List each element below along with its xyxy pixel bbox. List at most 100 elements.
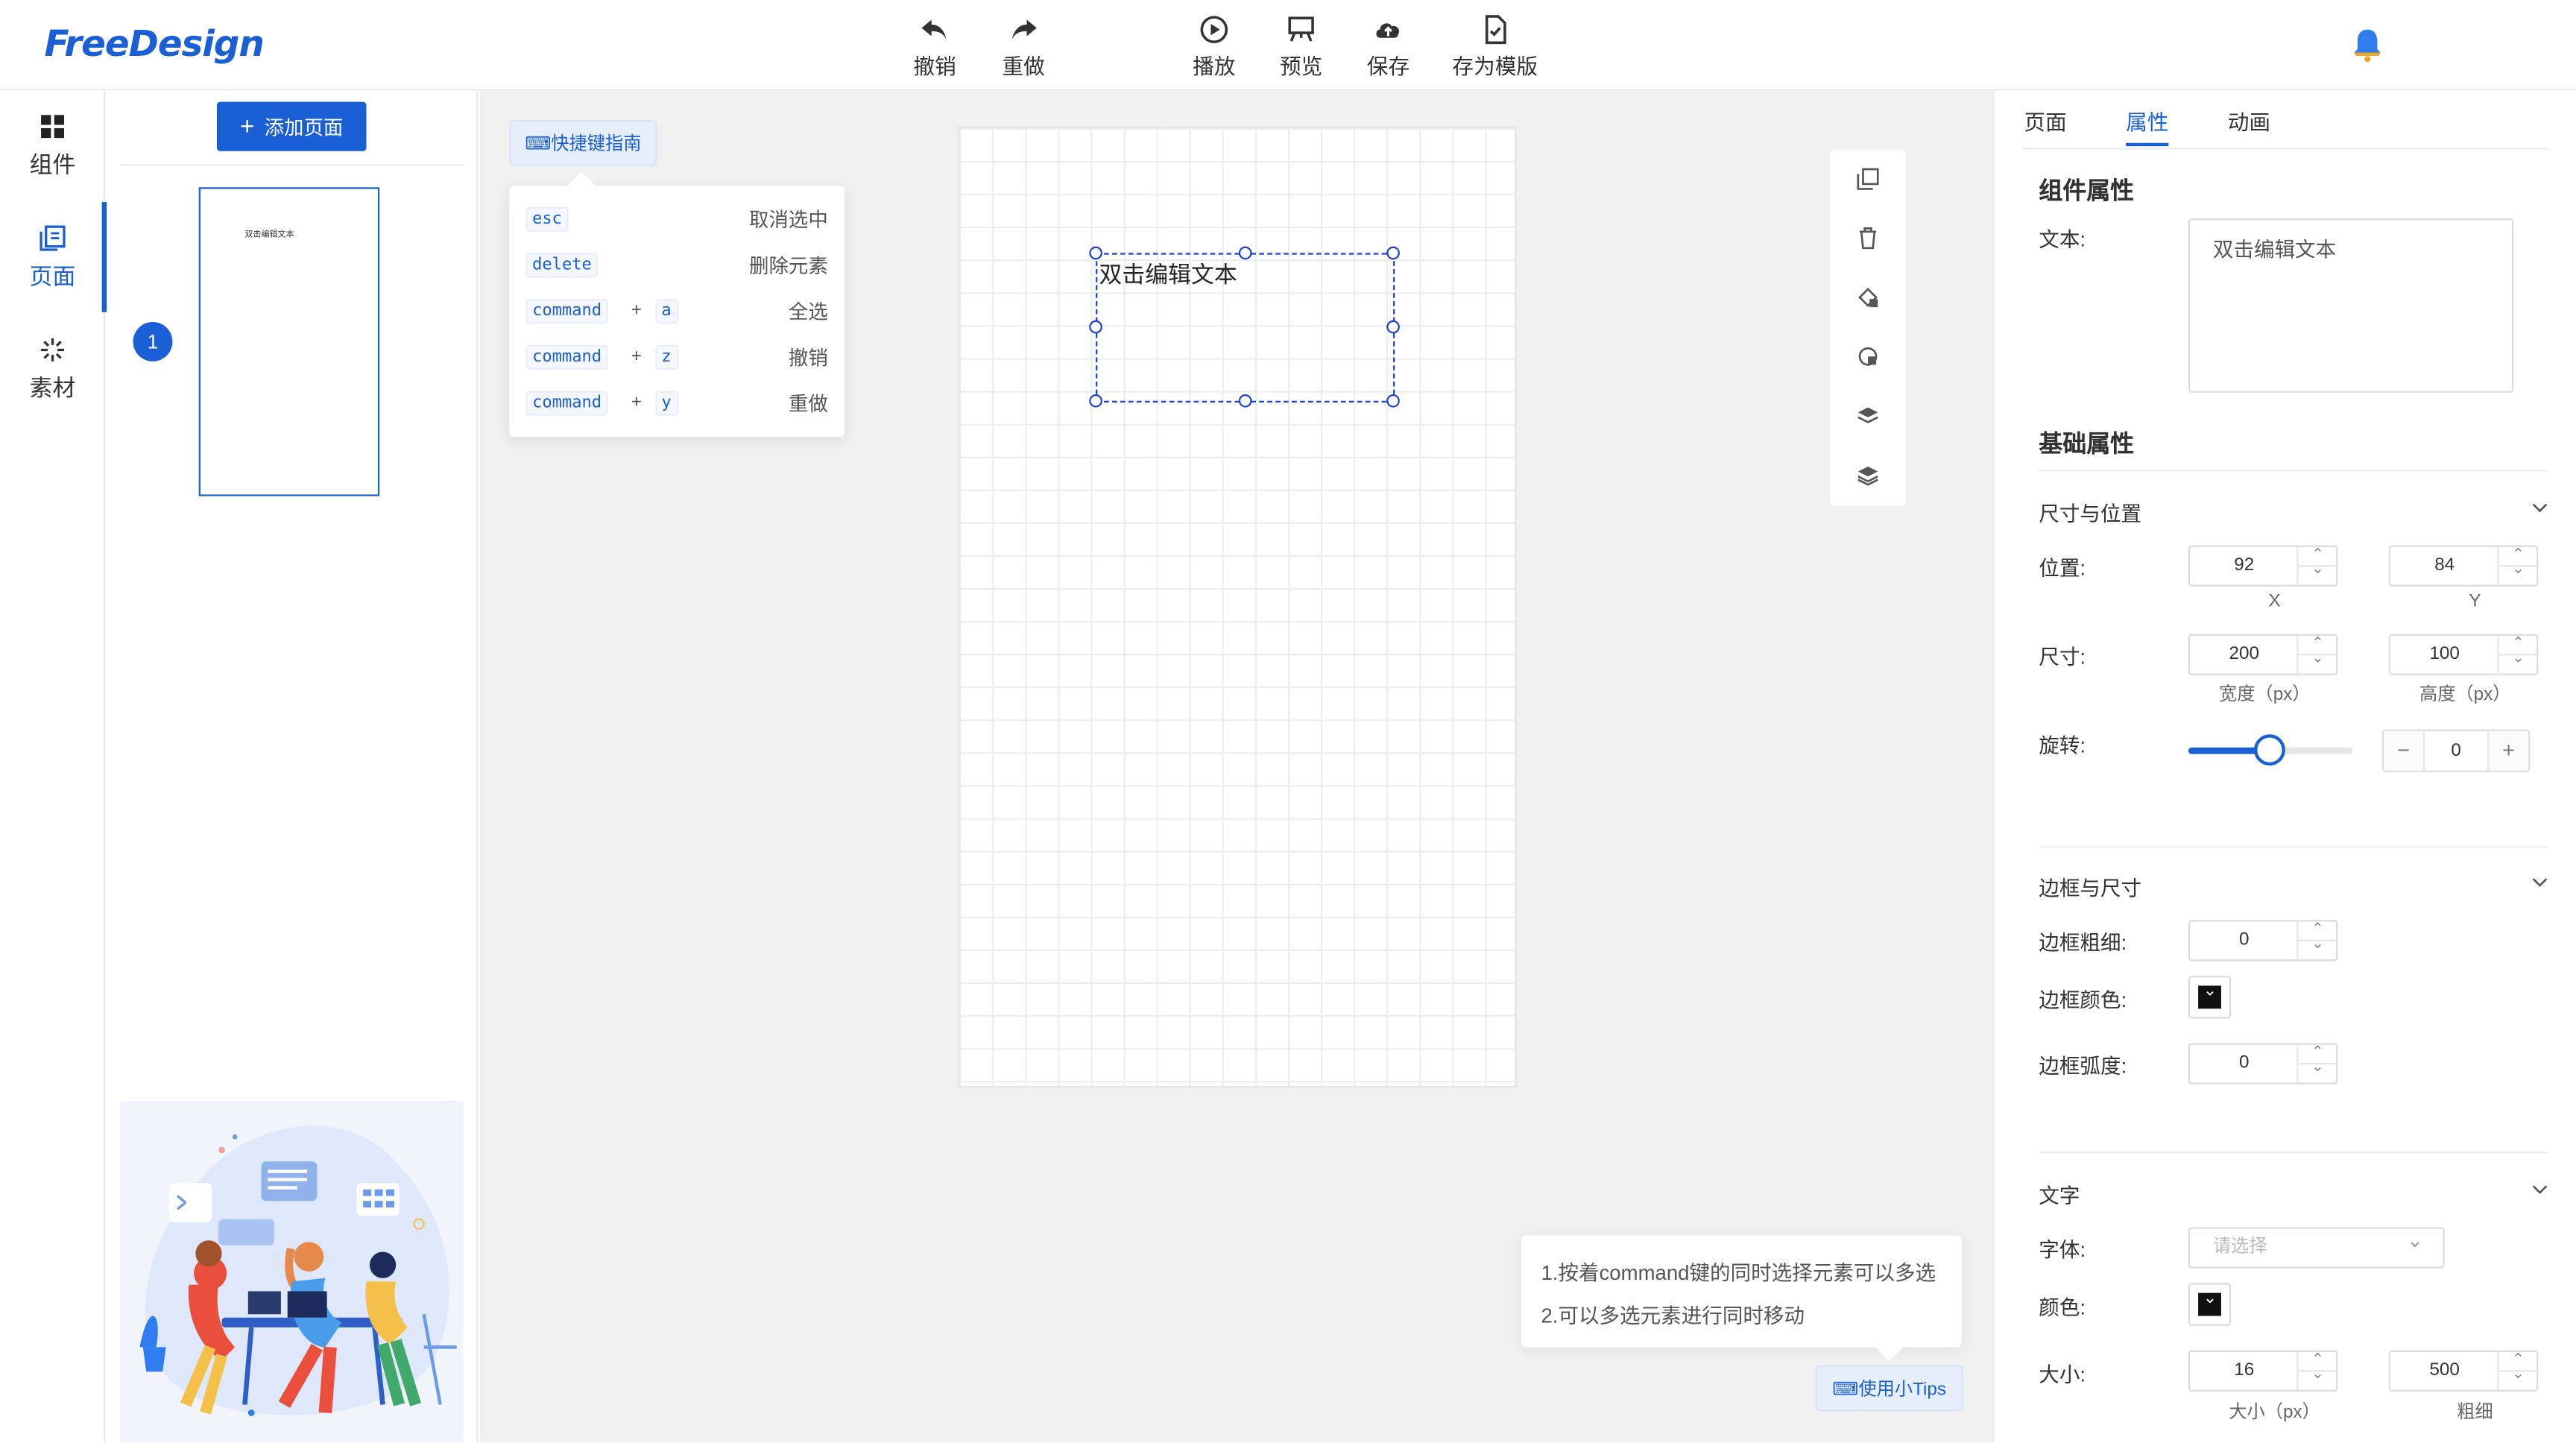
stepper-arrows[interactable] <box>2296 1043 2338 1083</box>
resize-handle-br[interactable] <box>1386 394 1400 408</box>
trash-icon[interactable] <box>1857 227 1880 250</box>
shortcut-desc: 取消选中 <box>749 207 828 231</box>
chevron-down-icon[interactable] <box>2532 874 2548 891</box>
copy-icon[interactable] <box>1857 168 1880 191</box>
shortcut-popover: esc 取消选中 delete 删除元素 command + a 全选 comm… <box>509 186 845 438</box>
thumbnail-text: 双击编辑文本 <box>244 230 294 240</box>
preview-button[interactable]: 预览 <box>1280 10 1322 82</box>
selected-text-element[interactable]: 双击编辑文本 <box>1089 246 1400 408</box>
shortcut-desc: 全选 <box>788 300 828 323</box>
stepper-arrows[interactable] <box>2296 1351 2338 1390</box>
tab-page[interactable]: 页面 <box>2024 105 2066 136</box>
size-position-heading[interactable]: 尺寸与位置 <box>2039 496 2141 528</box>
app-logo: FreeDesign <box>44 25 265 66</box>
position-y-input[interactable]: 84 <box>2388 545 2539 587</box>
design-canvas[interactable]: 双击编辑文本 <box>957 126 1517 1088</box>
canvas-area: ⌨快捷键指南 esc 取消选中 delete 删除元素 command + a … <box>479 90 1995 1443</box>
resize-handle-tl[interactable] <box>1089 246 1102 260</box>
border-color-picker[interactable] <box>2188 976 2232 1019</box>
color-label: 颜色: <box>2039 1296 2086 1319</box>
shortcut-desc: 撤销 <box>788 345 828 369</box>
resize-handle-bl[interactable] <box>1089 394 1102 408</box>
font-size-label: 大小: <box>2039 1363 2086 1387</box>
text-content-input[interactable]: 双击编辑文本 <box>2188 218 2514 393</box>
rail-item-materials[interactable]: 素材 <box>0 335 105 434</box>
team-illustration <box>119 1100 464 1443</box>
font-weight-input[interactable]: 500 <box>2388 1350 2539 1392</box>
minus-button[interactable]: − <box>2384 730 2425 771</box>
chevron-down-icon[interactable] <box>2532 499 2548 516</box>
rail-item-components[interactable]: 组件 <box>0 112 105 210</box>
text-section-heading[interactable]: 文字 <box>2039 1178 2080 1209</box>
key-command: command <box>525 344 608 369</box>
page-thumbnail[interactable]: 双击编辑文本 <box>198 187 380 496</box>
divider <box>2039 1152 2548 1154</box>
text-color-picker[interactable] <box>2188 1283 2232 1326</box>
stepper-arrows[interactable] <box>2497 634 2539 674</box>
redo-icon <box>1011 19 1037 40</box>
undo-icon <box>921 19 947 40</box>
resize-handle-tr[interactable] <box>1386 246 1400 260</box>
redo-button[interactable]: 重做 <box>1003 10 1045 82</box>
border-section-heading[interactable]: 边框与尺寸 <box>2039 871 2141 902</box>
stepper-arrows[interactable] <box>2497 1351 2539 1390</box>
key-command: command <box>525 298 608 323</box>
stepper-arrows[interactable] <box>2296 920 2338 960</box>
element-text[interactable]: 双击编辑文本 <box>1099 258 1237 291</box>
resize-handle-t[interactable] <box>1238 246 1252 260</box>
add-page-button[interactable]: + 添加页面 <box>216 101 367 151</box>
play-icon <box>1200 16 1228 43</box>
divider <box>2039 846 2548 848</box>
width-input[interactable]: 200 <box>2188 634 2338 675</box>
save-template-button[interactable]: 存为模版 <box>1452 10 1538 82</box>
left-rail: 组件 页面 素材 <box>0 90 107 1443</box>
height-caption: 高度（px） <box>2419 685 2511 705</box>
layer-down-icon[interactable] <box>1857 464 1880 487</box>
pages-panel: + 添加页面 1 双击编辑文本 <box>107 90 479 1443</box>
x-caption: X <box>2268 591 2281 611</box>
lock-icon[interactable] <box>1857 286 1880 309</box>
key-delete: delete <box>525 252 599 277</box>
rotate-slider[interactable] <box>2188 734 2353 766</box>
resize-handle-b[interactable] <box>1238 394 1252 408</box>
key-y: y <box>654 390 678 415</box>
divider <box>2039 470 2548 472</box>
undo-button[interactable]: 撤销 <box>913 10 956 82</box>
slider-handle[interactable] <box>2254 734 2285 766</box>
unlock-icon[interactable] <box>1857 345 1880 368</box>
height-input[interactable]: 100 <box>2388 634 2539 675</box>
layer-up-icon[interactable] <box>1857 404 1880 427</box>
play-button[interactable]: 播放 <box>1193 10 1236 82</box>
bell-icon[interactable] <box>2351 26 2384 63</box>
font-label: 字体: <box>2039 1238 2086 1262</box>
stepper-arrows[interactable] <box>2497 546 2539 585</box>
chevron-down-icon[interactable] <box>2532 1181 2548 1198</box>
grid-icon <box>41 115 64 139</box>
font-size-input[interactable]: 16 <box>2188 1350 2338 1392</box>
border-width-label: 边框粗细: <box>2039 931 2127 955</box>
plus-button[interactable]: + <box>2487 730 2529 771</box>
rail-active-indicator <box>101 202 107 312</box>
shortcut-guide-button[interactable]: ⌨快捷键指南 <box>509 119 657 166</box>
top-toolbar: FreeDesign 撤销 重做 播放 预览 保存 存为模版 <box>0 0 2576 91</box>
component-props-heading: 组件属性 <box>2039 179 2135 206</box>
stepper-arrows[interactable] <box>2296 634 2338 674</box>
stepper-arrows[interactable] <box>2296 546 2338 585</box>
resize-handle-r[interactable] <box>1386 320 1400 334</box>
tips-popover: 1.按着command键的同时选择元素可以多选 2.可以多选元素进行同时移动 <box>1521 1235 1962 1348</box>
font-select[interactable]: 请选择 <box>2188 1222 2445 1269</box>
save-button[interactable]: 保存 <box>1367 10 1409 82</box>
tips-button[interactable]: ⌨使用小Tips <box>1815 1365 1963 1412</box>
tab-animation[interactable]: 动画 <box>2228 105 2270 136</box>
position-x-input[interactable]: 92 <box>2188 545 2338 587</box>
border-radius-input[interactable]: 0 <box>2188 1043 2338 1084</box>
resize-handle-l[interactable] <box>1089 320 1102 334</box>
border-width-input[interactable]: 0 <box>2188 920 2338 962</box>
key-z: z <box>654 344 678 369</box>
rail-item-pages[interactable]: 页面 <box>0 224 105 322</box>
shortcut-row: command + z 撤销 <box>525 340 828 373</box>
plus-sign: + <box>631 392 642 413</box>
tab-properties[interactable]: 属性 <box>2126 105 2168 136</box>
rotate-stepper[interactable]: − 0 + <box>2381 729 2531 772</box>
tab-divider <box>2022 148 2548 150</box>
